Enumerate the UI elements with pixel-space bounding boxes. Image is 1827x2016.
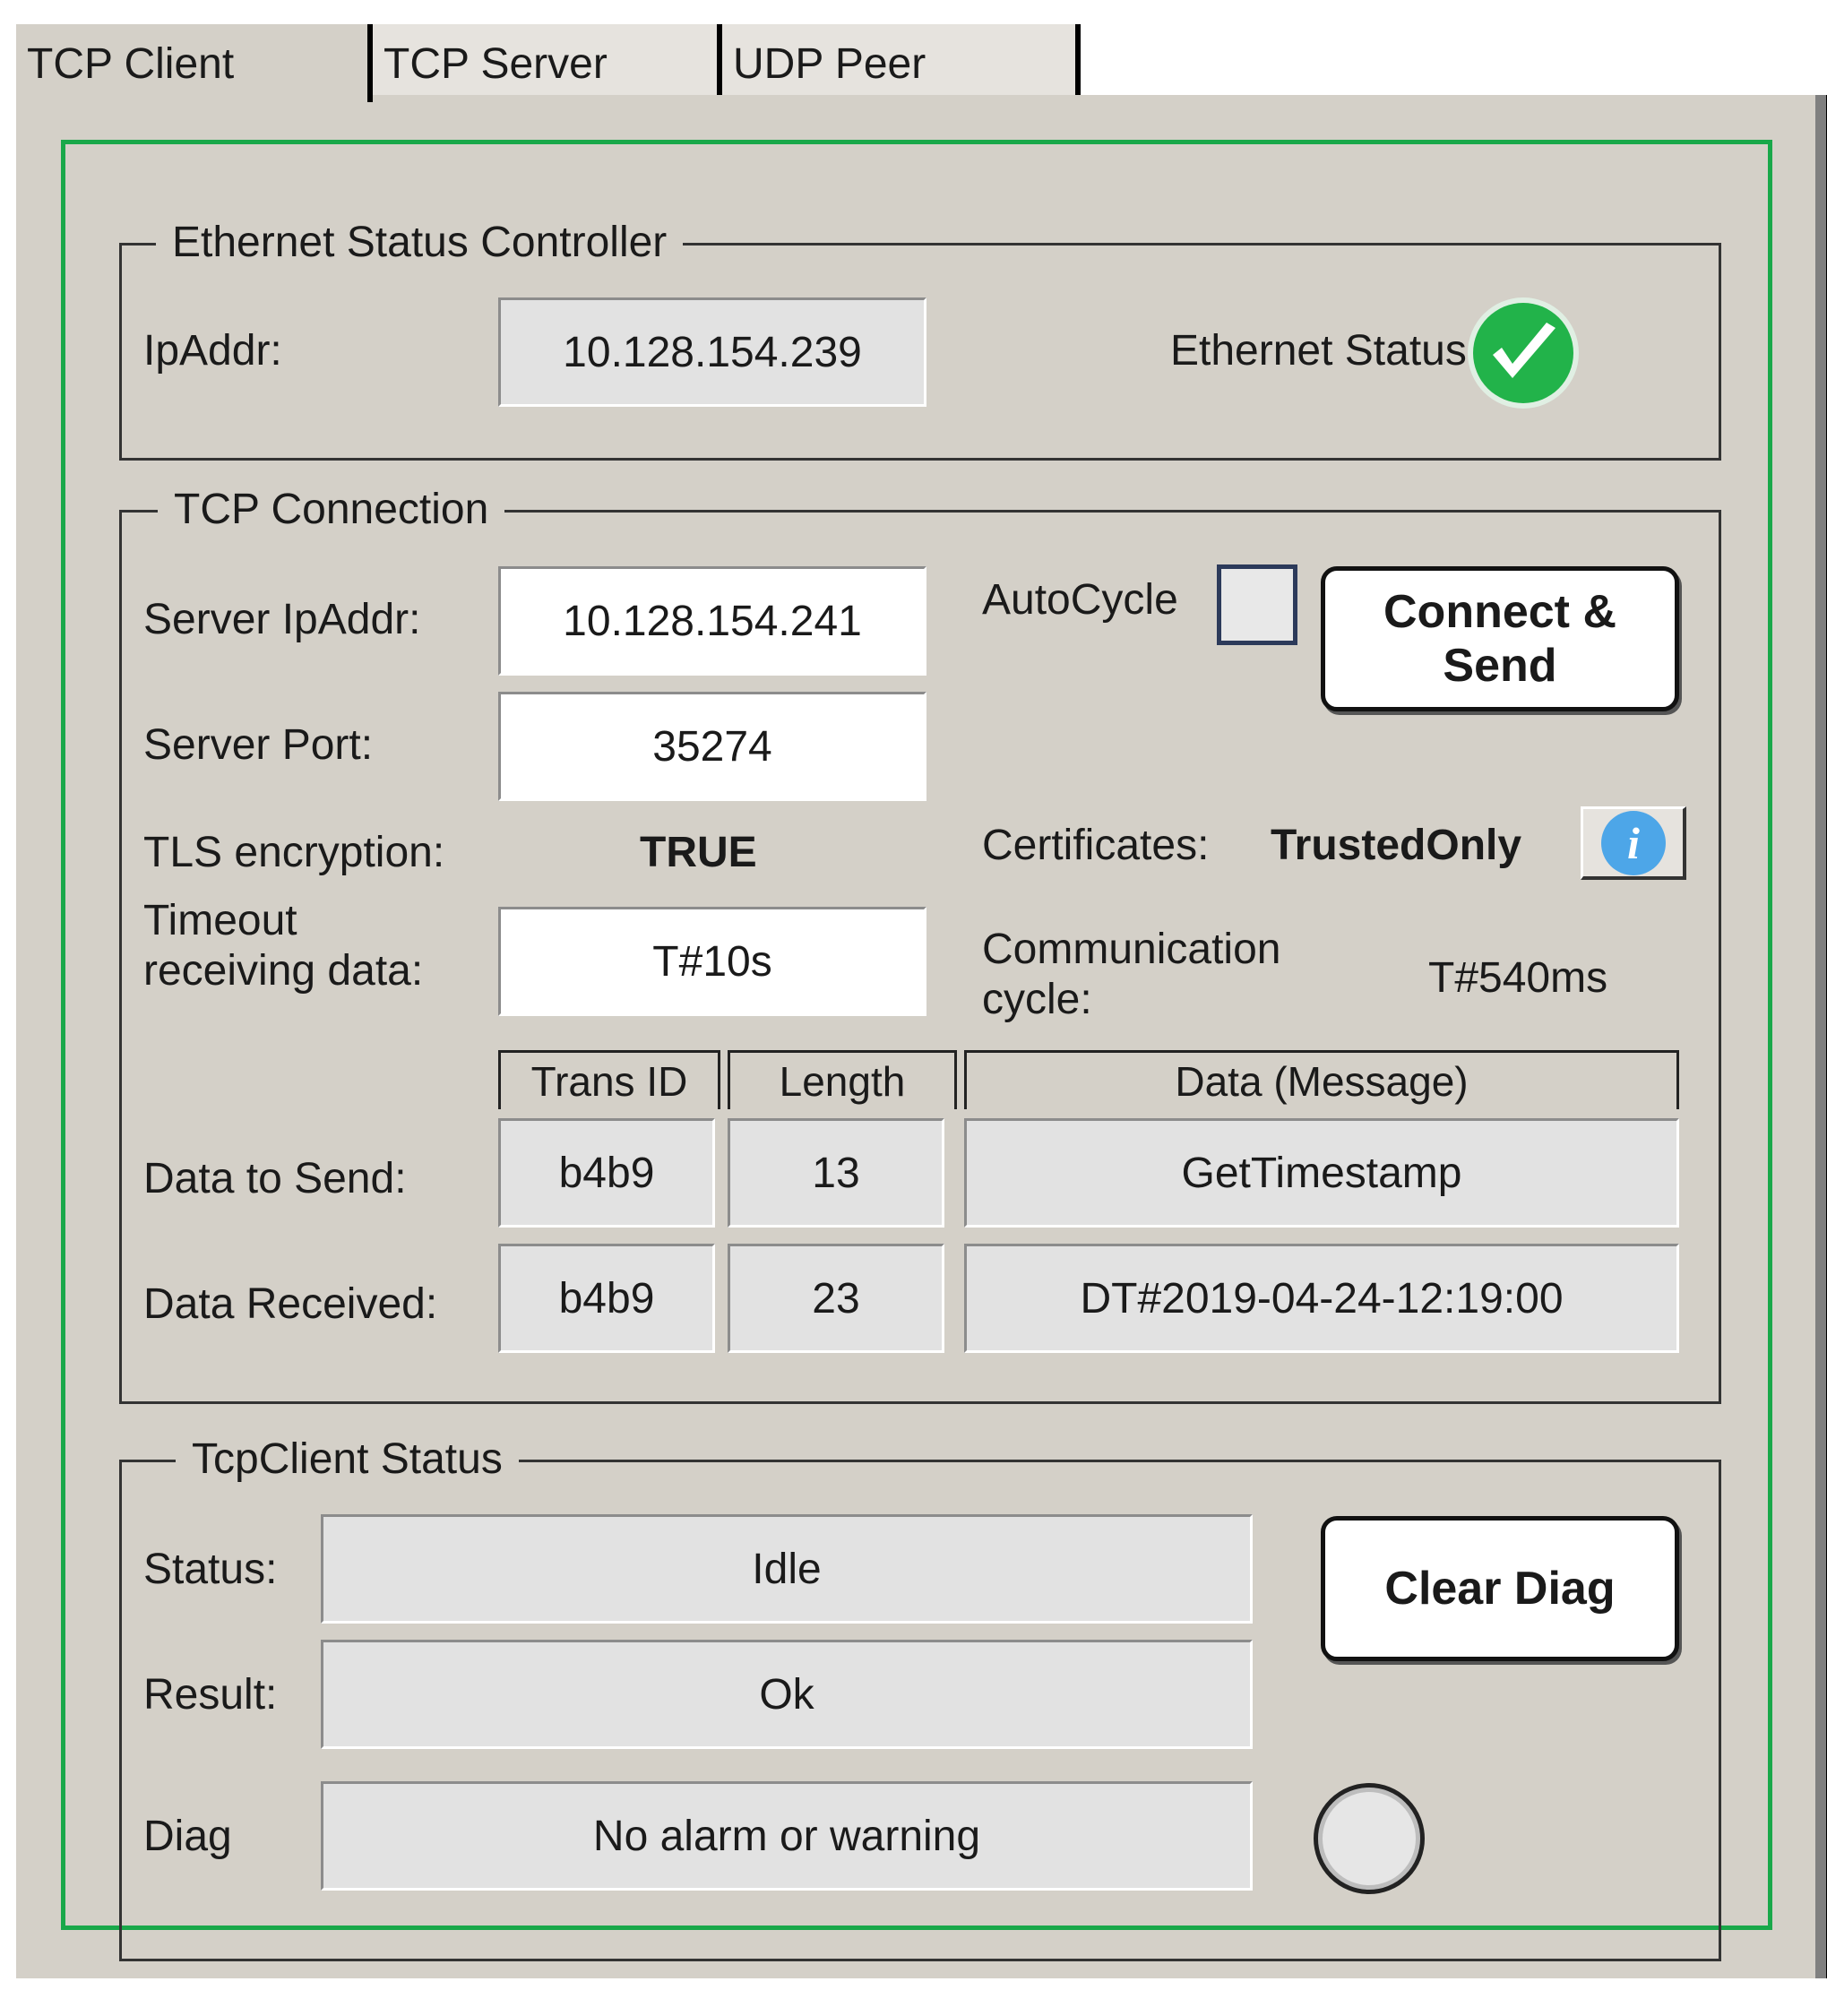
- info-button[interactable]: i: [1581, 806, 1686, 880]
- comm-cycle-label-line1: Communication: [982, 926, 1281, 973]
- tab-tcp-client[interactable]: TCP Client: [16, 22, 373, 102]
- certificates-label: Certificates:: [982, 822, 1210, 869]
- certificates-value: TrustedOnly: [1271, 822, 1522, 869]
- send-trans-id-field: b4b9: [498, 1118, 715, 1228]
- server-port-label: Server Port:: [143, 721, 374, 769]
- ethernet-status-group: Ethernet Status Controller IpAddr: 10.12…: [119, 219, 1721, 461]
- diag-label: Diag: [143, 1813, 232, 1860]
- comm-cycle-label-line2: cycle:: [982, 976, 1092, 1023]
- result-field: Ok: [321, 1640, 1253, 1749]
- tab-divider: [367, 24, 373, 102]
- tcp-client-panel: Ethernet Status Controller IpAddr: 10.12…: [16, 95, 1827, 1978]
- info-icon: i: [1601, 811, 1666, 875]
- clear-diag-button[interactable]: Clear Diag: [1321, 1516, 1679, 1661]
- timeout-label: Timeout receiving data:: [143, 896, 423, 996]
- comm-cycle-value: T#540ms: [1428, 954, 1608, 1002]
- tab-label: TCP Server: [383, 40, 608, 88]
- tcp-connection-group: TCP Connection Server IpAddr: 10.128.154…: [119, 486, 1721, 1404]
- button-label-line1: Connect &: [1383, 586, 1616, 638]
- header-trans-id: Trans ID: [498, 1050, 720, 1109]
- timeout-label-line1: Timeout: [143, 897, 297, 944]
- diag-indicator-light: [1314, 1783, 1425, 1894]
- result-label: Result:: [143, 1671, 278, 1719]
- header-length: Length: [728, 1050, 957, 1109]
- panel-shadow: [1815, 95, 1826, 1978]
- ip-addr-label: IpAddr:: [143, 327, 282, 375]
- received-trans-id-field: b4b9: [498, 1244, 715, 1353]
- ethernet-status-label: Ethernet Status:: [1170, 327, 1479, 375]
- ip-addr-field: 10.128.154.239: [498, 297, 926, 407]
- tab-label: TCP Client: [27, 40, 235, 88]
- header-data-message: Data (Message): [964, 1050, 1679, 1109]
- data-received-label: Data Received:: [143, 1280, 438, 1328]
- tls-value: TRUE: [640, 829, 757, 876]
- active-frame: Ethernet Status Controller IpAddr: 10.12…: [61, 140, 1772, 1961]
- timeout-label-line2: receiving data:: [143, 947, 424, 995]
- status-field: Idle: [321, 1514, 1253, 1624]
- tab-divider: [1075, 24, 1081, 95]
- comm-cycle-label: Communication cycle:: [982, 925, 1280, 1025]
- server-ip-label: Server IpAddr:: [143, 596, 421, 643]
- send-length-field: 13: [728, 1118, 944, 1228]
- received-data-field: DT#2019-04-24-12:19:00: [964, 1244, 1679, 1353]
- tab-tcp-server[interactable]: TCP Server: [373, 22, 722, 95]
- server-ip-input[interactable]: 10.128.154.241: [498, 566, 926, 676]
- autocycle-label: AutoCycle: [982, 576, 1178, 624]
- group-title: TcpClient Status: [176, 1435, 519, 1484]
- button-label-line2: Send: [1443, 640, 1557, 692]
- connect-send-button[interactable]: Connect & Send: [1321, 566, 1679, 711]
- diag-field: No alarm or warning: [321, 1781, 1253, 1891]
- tab-udp-peer[interactable]: UDP Peer: [722, 22, 1081, 95]
- tls-label: TLS encryption:: [143, 829, 445, 876]
- status-label: Status:: [143, 1546, 278, 1593]
- data-to-send-label: Data to Send:: [143, 1155, 407, 1202]
- group-title: TCP Connection: [158, 486, 505, 534]
- timeout-input[interactable]: T#10s: [498, 907, 926, 1016]
- tcpclient-status-group: TcpClient Status Status: Idle Result: Ok…: [119, 1435, 1721, 1961]
- received-length-field: 23: [728, 1244, 944, 1353]
- tab-label: UDP Peer: [733, 40, 926, 88]
- autocycle-checkbox[interactable]: [1217, 564, 1297, 645]
- server-port-input[interactable]: 35274: [498, 692, 926, 801]
- group-title: Ethernet Status Controller: [156, 219, 684, 267]
- send-data-field: GetTimestamp: [964, 1118, 1679, 1228]
- check-circle-icon: [1466, 296, 1581, 410]
